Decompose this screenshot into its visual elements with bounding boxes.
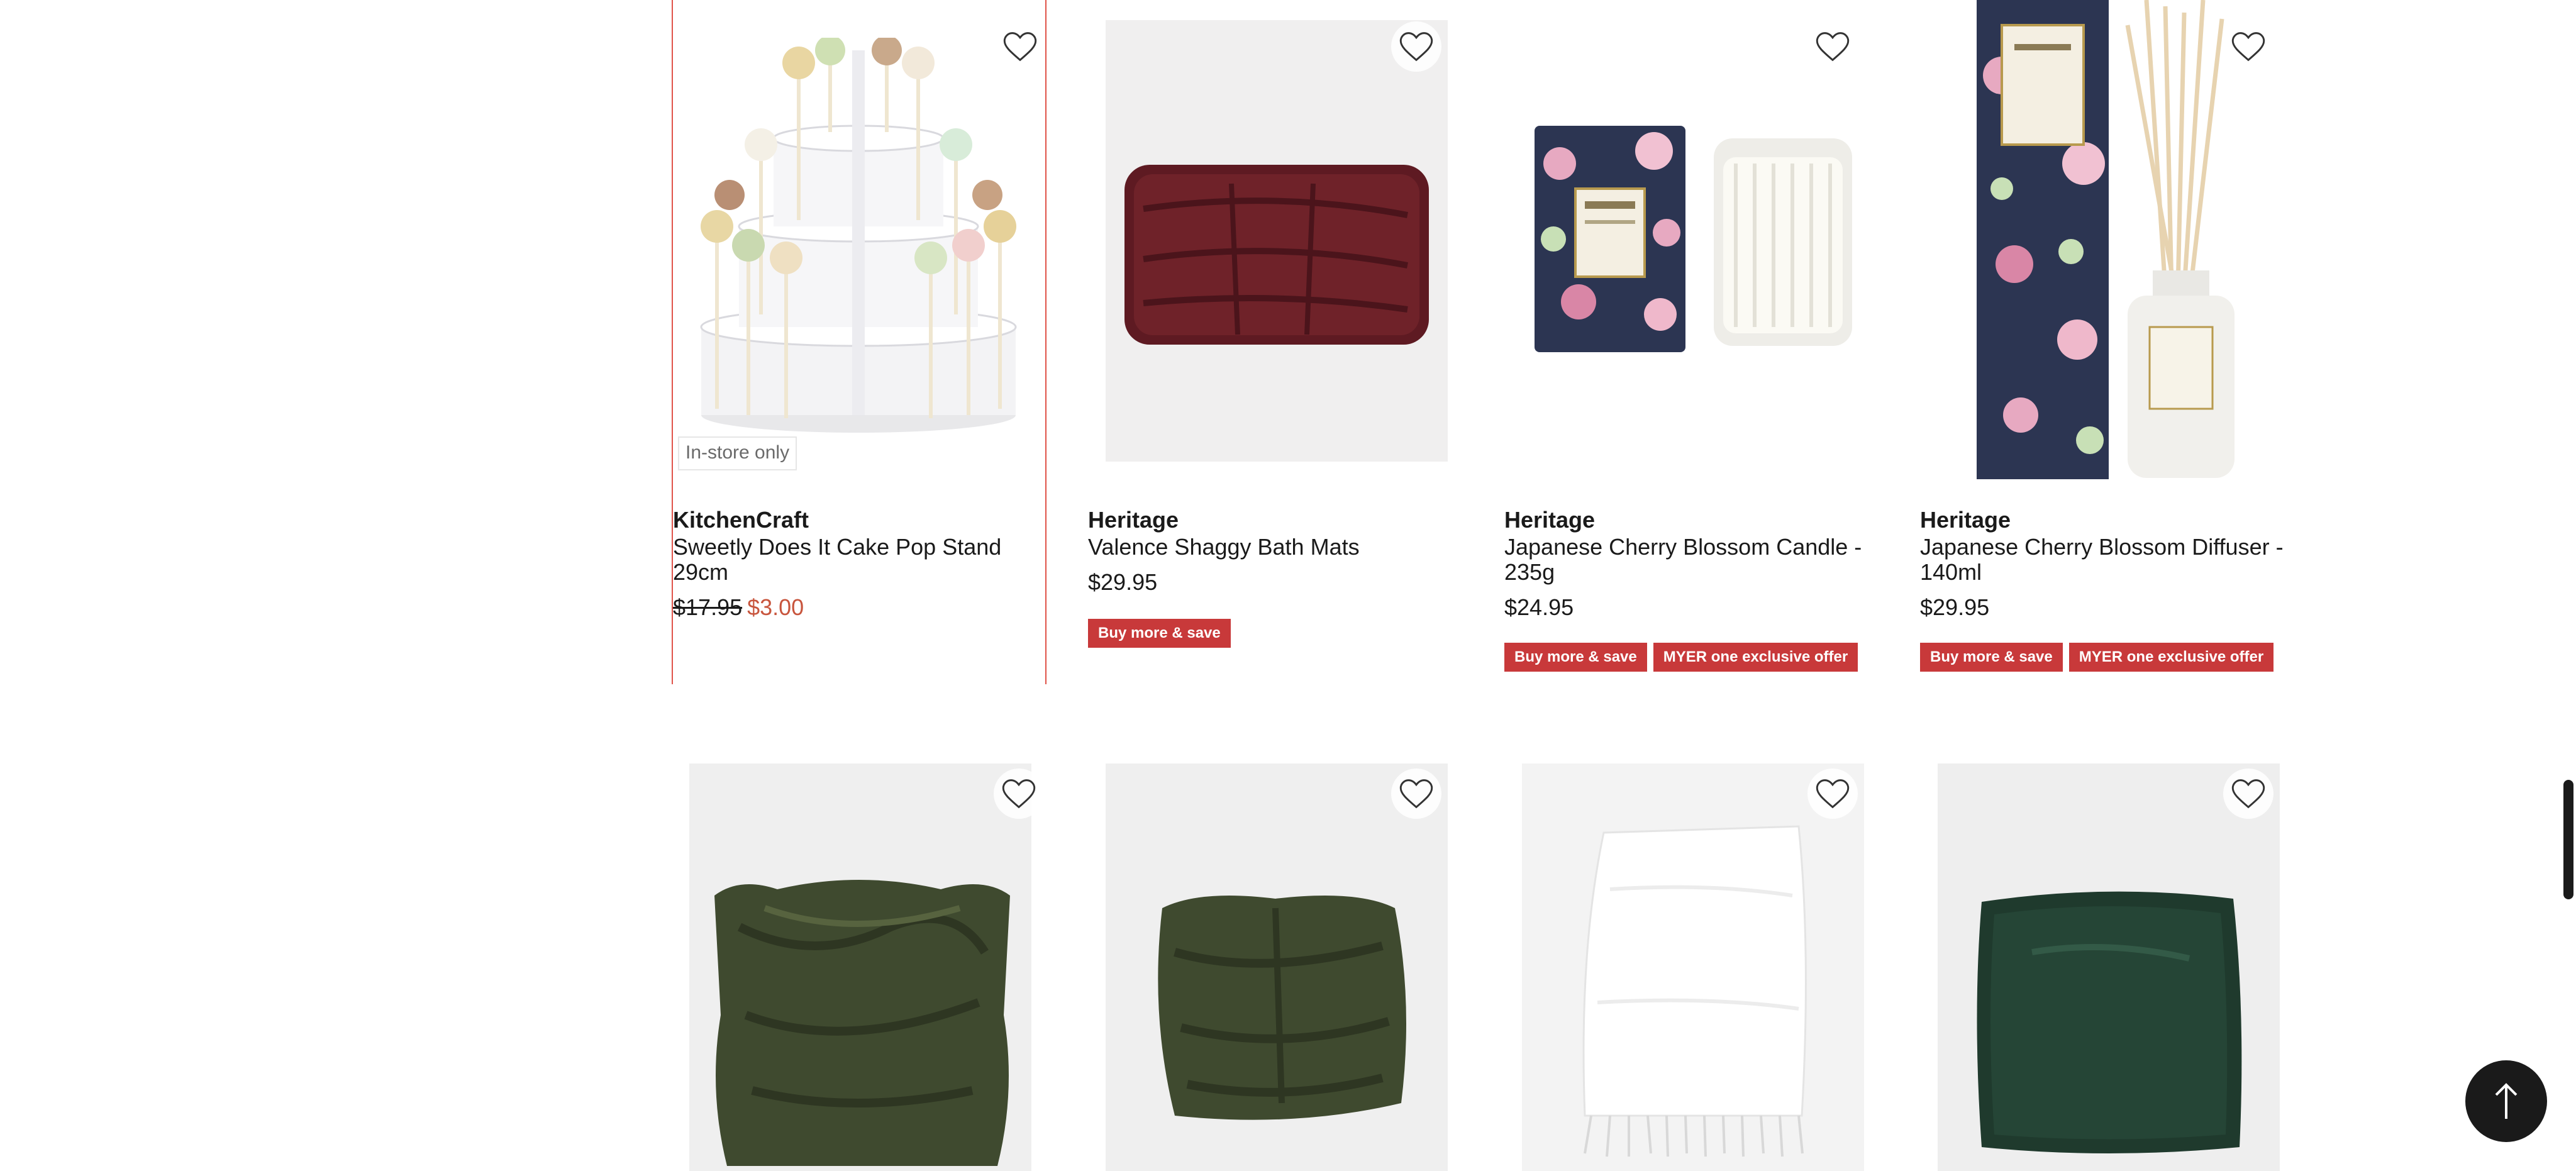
- product-info: KitchenCraft Sweetly Does It Cake Pop St…: [673, 506, 1048, 621]
- arrow-up-icon: [2495, 1083, 2518, 1119]
- heart-outline-icon: [1816, 779, 1850, 809]
- wishlist-button[interactable]: [1807, 769, 1858, 819]
- page-scrollbar[interactable]: [2563, 780, 2573, 899]
- product-info: Heritage Japanese Cherry Blossom Diffuse…: [1920, 506, 2295, 621]
- product-image: [692, 38, 1025, 440]
- product-image-link[interactable]: In-store only: [673, 0, 1048, 484]
- back-to-top-button[interactable]: [2465, 1060, 2547, 1142]
- myer-one-offer-badge[interactable]: MYER one exclusive offer: [1653, 643, 1858, 672]
- myer-one-offer-badge[interactable]: MYER one exclusive offer: [2068, 643, 2274, 672]
- heart-outline-icon: [1399, 779, 1433, 809]
- product-image-link[interactable]: [1920, 0, 2295, 484]
- product-brand[interactable]: Heritage: [1920, 506, 2295, 535]
- product-card[interactable]: [672, 763, 1046, 1171]
- product-image: [1106, 20, 1448, 462]
- product-card[interactable]: [1920, 763, 2295, 1171]
- product-image-link[interactable]: [1088, 763, 1463, 1171]
- in-store-only-tag: In-store only: [678, 436, 797, 470]
- product-image: [1522, 113, 1862, 365]
- product-grid-page: In-store only KitchenCraft Sweetly Does …: [0, 0, 2576, 1171]
- heart-outline-icon: [2231, 32, 2265, 62]
- product-brand[interactable]: KitchenCraft: [673, 506, 1048, 535]
- product-title[interactable]: Japanese Cherry Blossom Diffuser - 140ml: [1920, 535, 2295, 585]
- product-card[interactable]: In-store only KitchenCraft Sweetly Does …: [672, 0, 1046, 684]
- product-image-link[interactable]: [1504, 0, 1879, 484]
- product-info: Heritage Japanese Cherry Blossom Candle …: [1504, 506, 1879, 621]
- offer-badges: Buy more & save MYER one exclusive offer: [1504, 643, 1858, 672]
- price-was: $17.95: [673, 594, 743, 620]
- buy-more-save-badge[interactable]: Buy more & save: [1088, 619, 1231, 648]
- heart-outline-icon: [1399, 32, 1433, 62]
- product-price: $24.95: [1504, 594, 1574, 620]
- product-card[interactable]: Heritage Japanese Cherry Blossom Candle …: [1504, 0, 1879, 684]
- product-image: [1938, 763, 2280, 1171]
- product-card[interactable]: Heritage Japanese Cherry Blossom Diffuse…: [1920, 0, 2295, 684]
- product-card[interactable]: Heritage Valence Shaggy Bath Mats $29.95…: [1088, 0, 1463, 684]
- product-image: [1522, 763, 1864, 1171]
- wishlist-button[interactable]: [994, 769, 1044, 819]
- wishlist-button[interactable]: [1807, 21, 1858, 72]
- product-image-link[interactable]: [672, 763, 1046, 1171]
- product-info: Heritage Valence Shaggy Bath Mats $29.95: [1088, 506, 1463, 596]
- product-image: [1977, 0, 2253, 479]
- heart-outline-icon: [1003, 32, 1037, 62]
- product-image-link[interactable]: [1920, 763, 2295, 1171]
- product-card[interactable]: [1088, 763, 1463, 1171]
- wishlist-button[interactable]: [1391, 21, 1441, 72]
- product-card[interactable]: [1504, 763, 1879, 1171]
- product-title[interactable]: Japanese Cherry Blossom Candle - 235g: [1504, 535, 1879, 585]
- product-image: [1106, 763, 1448, 1171]
- product-title[interactable]: Valence Shaggy Bath Mats: [1088, 535, 1463, 560]
- heart-outline-icon: [1816, 32, 1850, 62]
- product-brand[interactable]: Heritage: [1088, 506, 1463, 535]
- product-image-link[interactable]: [1504, 763, 1879, 1171]
- wishlist-button[interactable]: [1391, 769, 1441, 819]
- offer-badges: Buy more & save: [1088, 619, 1231, 648]
- product-brand[interactable]: Heritage: [1504, 506, 1879, 535]
- heart-outline-icon: [1002, 779, 1036, 809]
- buy-more-save-badge[interactable]: Buy more & save: [1920, 643, 2063, 672]
- product-title[interactable]: Sweetly Does It Cake Pop Stand 29cm: [673, 535, 1048, 585]
- product-image: [689, 763, 1031, 1171]
- product-image-link[interactable]: [1088, 0, 1463, 484]
- heart-outline-icon: [2231, 779, 2265, 809]
- price-now: $3.00: [747, 594, 804, 620]
- buy-more-save-badge[interactable]: Buy more & save: [1504, 643, 1647, 672]
- wishlist-button[interactable]: [2223, 21, 2273, 72]
- offer-badges: Buy more & save MYER one exclusive offer: [1920, 643, 2274, 672]
- wishlist-button[interactable]: [995, 21, 1045, 72]
- wishlist-button[interactable]: [2223, 769, 2273, 819]
- product-price: $29.95: [1088, 569, 1158, 595]
- product-price: $17.95 $3.00: [673, 594, 1048, 621]
- product-price: $29.95: [1920, 594, 1990, 620]
